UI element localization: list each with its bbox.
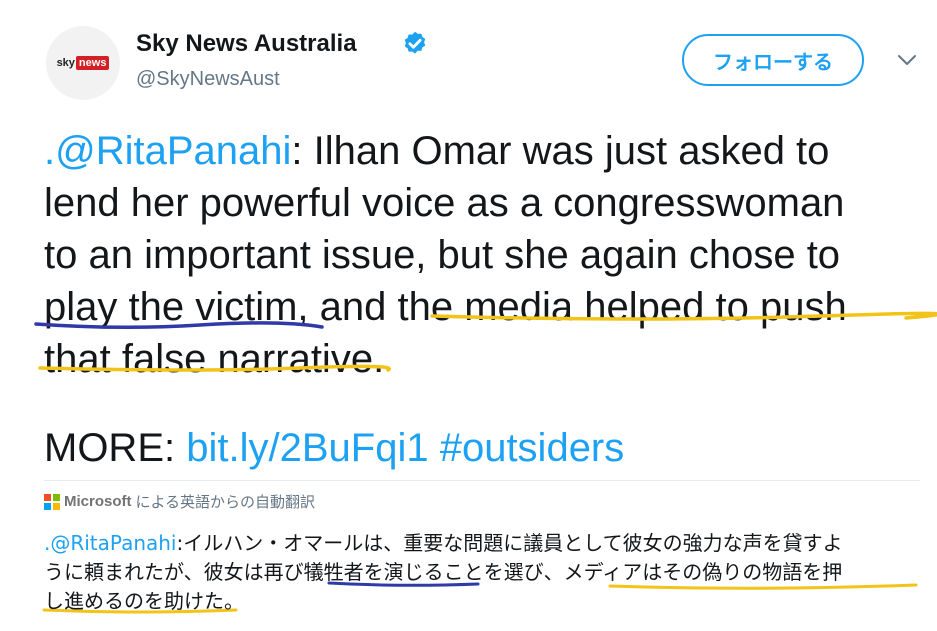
translation-mention-link[interactable]: .@RitaPanahi (44, 531, 177, 555)
translation-line: .@RitaPanahi:イルハン・オマールは、重要な問題に議員として彼女の強力… (44, 527, 843, 556)
display-name[interactable]: Sky News Australia (136, 30, 357, 58)
chevron-down-icon[interactable] (896, 52, 918, 68)
avatar-news-text: news (75, 56, 110, 70)
tweet-line: lend her powerful voice as a congresswom… (44, 181, 845, 225)
translation-text-segment: :イルハン・オマールは、重要な問題に議員として彼女の強力な声を貸すよ (176, 531, 843, 555)
tweet-text-segment: : Ilhan Omar was just asked to (291, 129, 830, 173)
translation-line: うに頼まれたが、彼女は再び犠牲者を演じることを選び、メディアはその偽りの物語を押 (44, 560, 843, 584)
translation-line: し進めるのを助けた。 (44, 589, 244, 613)
more-line: MORE: bit.ly/2BuFqi1 #outsiders (44, 426, 624, 471)
underline-yellow (608, 583, 918, 590)
more-label: MORE: (44, 426, 187, 470)
divider (44, 480, 920, 481)
tweet-line: to an important issue, but she again cho… (44, 233, 841, 277)
translation-attribution: Microsoft による英語からの自動翻訳 (44, 491, 315, 512)
hashtag-link[interactable]: #outsiders (440, 426, 625, 470)
short-link[interactable]: bit.ly/2BuFqi1 (186, 426, 428, 470)
avatar-sky-text: sky (56, 57, 75, 69)
translation-provider: Microsoft (64, 493, 132, 510)
avatar[interactable]: sky news (46, 26, 120, 100)
follow-button[interactable]: フォローする (682, 34, 864, 86)
user-handle[interactable]: @SkyNewsAust (136, 68, 280, 91)
tweet-line: play the victim, and the media helped to… (44, 285, 847, 329)
mention-link[interactable]: .@RitaPanahi (44, 129, 291, 173)
translation-note: による英語からの自動翻訳 (135, 494, 316, 511)
verified-badge-icon (404, 31, 426, 54)
tweet-line: .@RitaPanahi: Ilhan Omar was just asked … (44, 125, 829, 177)
microsoft-logo-icon (44, 493, 60, 510)
tweet-line: that false narrative. (44, 337, 385, 381)
